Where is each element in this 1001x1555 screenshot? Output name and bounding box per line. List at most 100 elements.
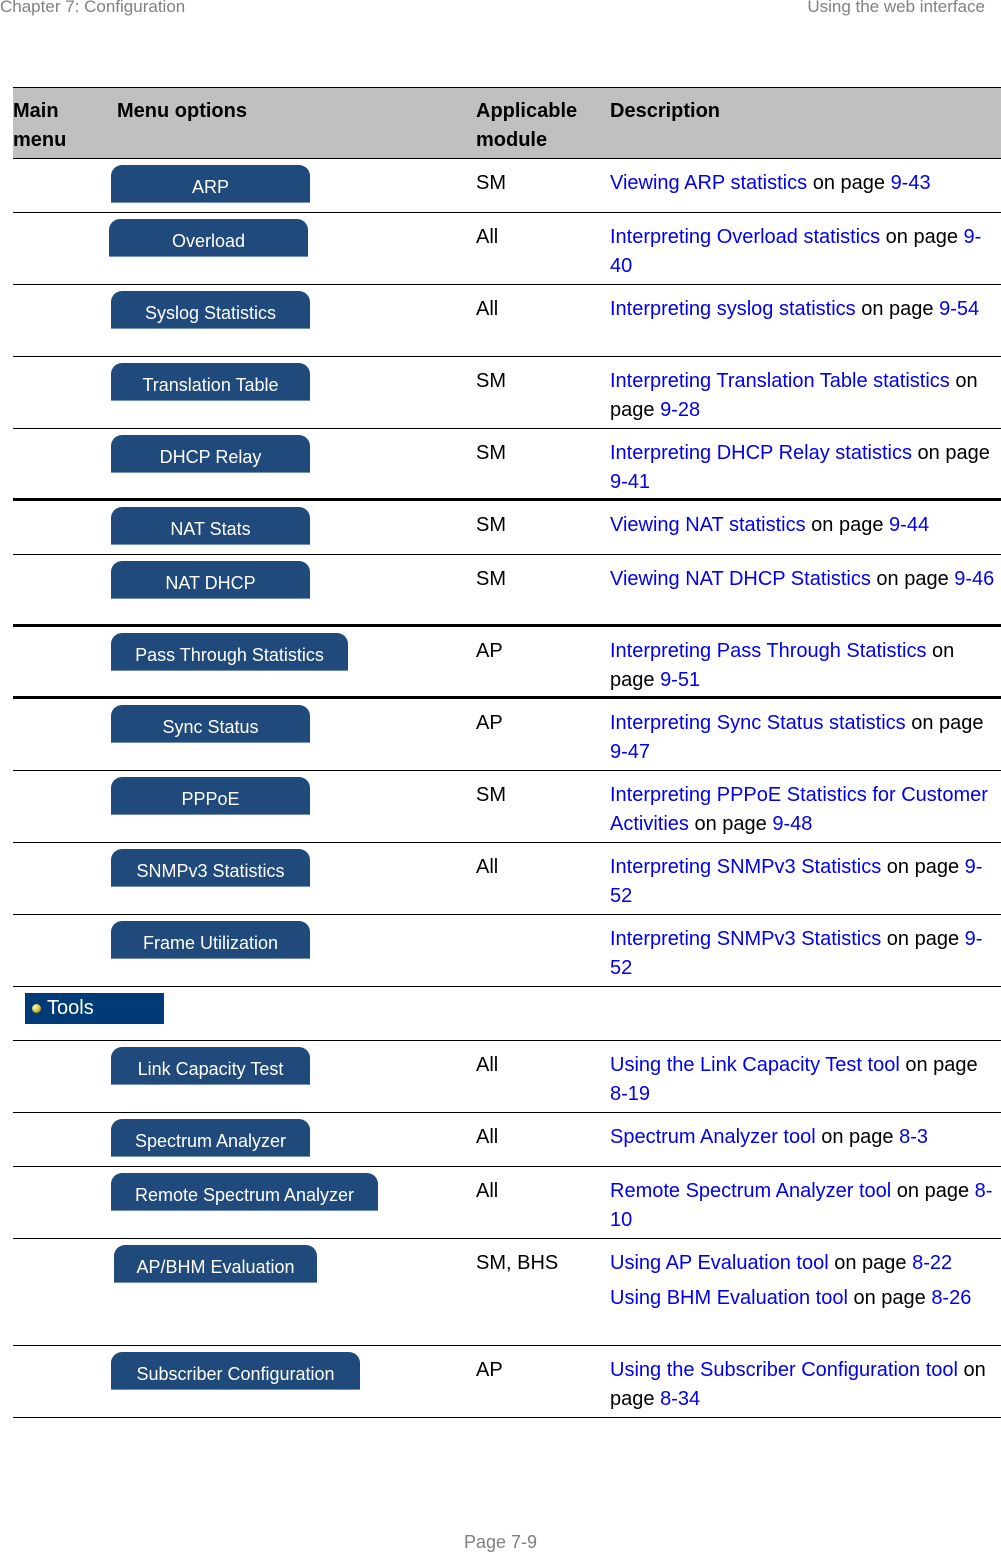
section-link[interactable]: Using AP Evaluation tool (610, 1252, 829, 1274)
section-link[interactable]: Interpreting syslog statistics (610, 298, 856, 320)
section-link[interactable]: Using the Link Capacity Test tool (610, 1054, 900, 1076)
on-page-text: on page (911, 442, 990, 464)
description-reference: Interpreting Sync Status statistics on p… (610, 709, 995, 767)
section-link[interactable]: Interpreting SNMPv3 Statistics (610, 856, 881, 878)
menu-option-button[interactable]: Translation Table (111, 363, 310, 401)
description-cell: Interpreting DHCP Relay statistics on pa… (610, 439, 995, 503)
page-link[interactable]: 8-19 (610, 1083, 650, 1105)
page-link[interactable]: 9-41 (610, 471, 650, 493)
table-row: Translation Table SM Interpreting Translat… (13, 357, 1001, 429)
applicable-module: AP (476, 712, 503, 734)
menu-option-button[interactable]: Remote Spectrum Analyzer (111, 1173, 378, 1211)
description-cell: Remote Spectrum Analyzer tool on page 8-… (610, 1177, 995, 1241)
page-link[interactable]: 8-22 (912, 1252, 952, 1274)
on-page-text: on page (881, 928, 965, 950)
applicable-module: All (476, 1054, 499, 1076)
description-cell: Viewing NAT statistics on page 9-44 (610, 511, 995, 546)
table-row: Subscriber Configuration AP Using the Subs… (13, 1346, 1001, 1418)
page-link[interactable]: 9-47 (610, 741, 650, 763)
page-link[interactable]: 9-28 (660, 399, 700, 421)
header-menu-options: Menu options (117, 100, 247, 122)
on-page-text: on page (870, 568, 955, 590)
on-page-text: on page (807, 172, 891, 194)
applicable-module: All (476, 856, 499, 878)
on-page-text: on page (880, 226, 964, 248)
applicable-module: SM (476, 784, 506, 806)
section-link[interactable]: Using the Subscriber Configuration tool (610, 1359, 958, 1381)
menu-option-button[interactable]: SNMPv3 Statistics (111, 849, 310, 887)
description-cell: Viewing NAT DHCP Statistics on page 9-46 (610, 565, 995, 600)
description-reference: Interpreting syslog statistics on page 9… (610, 295, 995, 324)
menu-option-button[interactable]: PPPoE (111, 777, 310, 815)
tools-label: Tools (47, 997, 94, 1019)
on-page-text: on page (815, 1126, 900, 1148)
section-link[interactable]: Interpreting Overload statistics (610, 226, 880, 248)
page-link[interactable]: 9-51 (660, 669, 700, 691)
table-body: ARP SM Viewing ARP statistics on page 9-43… (13, 159, 1001, 1418)
description-reference: Remote Spectrum Analyzer tool on page 8-… (610, 1177, 995, 1235)
description-reference: Interpreting Translation Table statistic… (610, 367, 995, 425)
description-reference: Interpreting DHCP Relay statistics on pa… (610, 439, 995, 497)
section-link[interactable]: Interpreting Pass Through Statistics (610, 640, 926, 662)
header-main-menu: Main menu (13, 100, 67, 151)
menu-option-button[interactable]: NAT DHCP (111, 561, 310, 599)
description-cell: Using the Link Capacity Test tool on pag… (610, 1051, 995, 1115)
section-link[interactable]: Interpreting Translation Table statistic… (610, 370, 950, 392)
applicable-module: SM (476, 442, 506, 464)
menu-option-button[interactable]: Pass Through Statistics (111, 633, 348, 671)
table-row: Spectrum Analyzer All Spectrum Analyzer to… (13, 1113, 1001, 1167)
description-reference: Interpreting SNMPv3 Statistics on page 9… (610, 925, 995, 983)
menu-option-button[interactable]: Subscriber Configuration (111, 1352, 360, 1390)
page-link[interactable]: 8-26 (931, 1287, 971, 1309)
page-link[interactable]: 9-48 (772, 813, 812, 835)
applicable-module: All (476, 226, 499, 248)
description-cell: Viewing ARP statistics on page 9-43 (610, 169, 995, 204)
description-reference: Using the Link Capacity Test tool on pag… (610, 1051, 995, 1109)
table-row: NAT Stats SM Viewing NAT statistics on pag… (13, 501, 1001, 555)
menu-option-button[interactable]: Syslog Statistics (111, 291, 310, 329)
section-link[interactable]: Interpreting SNMPv3 Statistics (610, 928, 881, 950)
on-page-text: on page (855, 298, 940, 320)
page-link[interactable]: 9-44 (889, 514, 929, 536)
menu-option-button[interactable]: Overload (109, 219, 308, 257)
page-link[interactable]: 9-46 (954, 568, 994, 590)
description-reference: Viewing ARP statistics on page 9-43 (610, 169, 995, 198)
applicable-module: AP (476, 1359, 503, 1381)
menu-option-button[interactable]: Sync Status (111, 705, 310, 743)
section-link[interactable]: Viewing NAT DHCP Statistics (610, 568, 871, 590)
table-row: Sync Status AP Interpreting Sync Status st… (13, 699, 1001, 771)
section-link[interactable]: Remote Spectrum Analyzer tool (610, 1180, 891, 1202)
section-link[interactable]: Using BHM Evaluation tool (610, 1287, 848, 1309)
section-link[interactable]: Viewing ARP statistics (610, 172, 807, 194)
applicable-module: SM (476, 172, 506, 194)
section-link[interactable]: Interpreting Sync Status statistics (610, 712, 906, 734)
page-link[interactable]: 9-43 (891, 172, 931, 194)
on-page-text: on page (828, 1252, 913, 1274)
menu-option-button[interactable]: Link Capacity Test (111, 1047, 310, 1085)
section-link[interactable]: Spectrum Analyzer tool (610, 1126, 816, 1148)
page-link[interactable]: 8-3 (899, 1126, 928, 1148)
description-cell: Interpreting syslog statistics on page 9… (610, 295, 995, 330)
description-reference: Interpreting PPPoE Statistics for Custom… (610, 781, 995, 839)
menu-option-button[interactable]: Frame Utilization (111, 921, 310, 959)
menu-option-button[interactable]: Spectrum Analyzer (111, 1119, 310, 1157)
description-cell: Interpreting PPPoE Statistics for Custom… (610, 781, 995, 845)
tools-menu-button[interactable]: Tools (25, 993, 164, 1024)
page-link[interactable]: 8-34 (660, 1388, 700, 1410)
on-page-text: on page (847, 1287, 932, 1309)
menu-option-button[interactable]: AP/BHM Evaluation (114, 1245, 317, 1283)
on-page-text: on page (891, 1180, 975, 1202)
applicable-module: SM (476, 568, 506, 590)
menu-option-button[interactable]: ARP (111, 165, 310, 203)
menu-option-button[interactable]: NAT Stats (111, 507, 310, 545)
running-header: Chapter 7: Configuration Using the web i… (0, 0, 985, 17)
page-link[interactable]: 9-54 (939, 298, 979, 320)
description-cell: Interpreting Overload statistics on page… (610, 223, 995, 287)
table-row: Link Capacity Test All Using the Link Capa… (13, 1041, 1001, 1113)
menu-option-button[interactable]: DHCP Relay (111, 435, 310, 473)
section-link[interactable]: Interpreting DHCP Relay statistics (610, 442, 912, 464)
on-page-text: on page (881, 856, 965, 878)
section-link[interactable]: Viewing NAT statistics (610, 514, 806, 536)
table-row: Frame Utilization Interpreting SNMPv3 Sta… (13, 915, 1001, 987)
description-reference: Using BHM Evaluation tool on page 8-26 (610, 1284, 995, 1313)
